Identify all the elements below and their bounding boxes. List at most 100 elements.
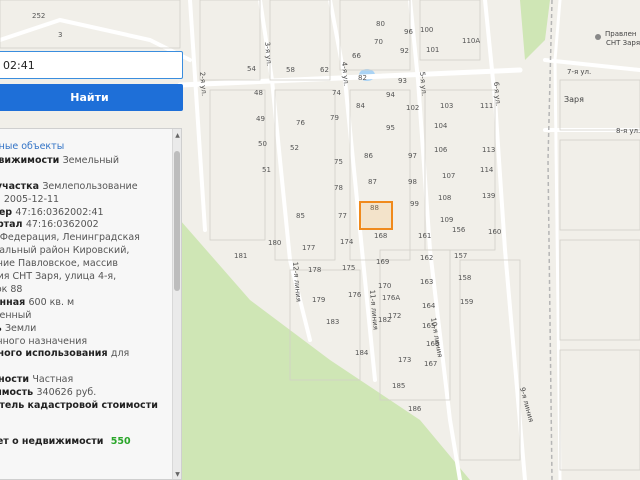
plot-label: 175: [342, 264, 355, 272]
plot-label: 107: [442, 172, 455, 180]
scroll-down-icon[interactable]: ▼: [174, 471, 181, 478]
plot-label: 184: [355, 349, 369, 357]
result-key: й квартал: [0, 219, 23, 231]
plot-label: 163: [420, 278, 433, 286]
plot-label: 74: [332, 89, 341, 97]
plot-label: 99: [410, 200, 419, 208]
plot-label: 186: [408, 405, 422, 413]
plot-label: 160: [488, 228, 501, 236]
find-button[interactable]: Найти: [0, 84, 183, 111]
plot-label: 156: [452, 226, 466, 234]
plot-label: 58: [286, 66, 295, 74]
result-row: рения 2005-12-11: [0, 194, 176, 207]
plot-label: 252: [32, 12, 45, 20]
result-row: оказатель кадастровой стоимости: [0, 400, 176, 413]
place-label: Заря: [564, 95, 584, 104]
result-row: точненная 600 кв. м: [0, 297, 176, 310]
plot-label: 94: [386, 91, 395, 99]
plot-label: 3: [58, 31, 62, 39]
result-key: ственности: [0, 374, 30, 386]
result-value: йственного назначения: [0, 335, 88, 347]
highlighted-plot[interactable]: [359, 201, 393, 230]
result-key: я стоимость: [0, 387, 34, 399]
plot-label: 96: [404, 28, 413, 36]
panel-scrollbar[interactable]: ▲ ▼: [172, 129, 181, 479]
plot-label: 48: [254, 89, 263, 97]
result-row: а недвижимости Земельный: [0, 155, 176, 168]
result-key: ного участка: [0, 180, 40, 192]
plot-label: 181: [234, 252, 247, 260]
plot-label: 82: [358, 74, 367, 82]
search-input[interactable]: [0, 51, 183, 79]
result-row: емель Земли: [0, 323, 176, 336]
plot-label: 86: [364, 152, 373, 160]
plot-label: 164: [422, 302, 436, 310]
plot-label: 173: [398, 356, 411, 364]
plot-label: 182: [378, 316, 391, 324]
place-label: СНТ Заря: [606, 39, 640, 47]
result-value: участок 88: [0, 283, 23, 295]
result-row: йская Федерация, Ленинградская: [0, 232, 176, 245]
plot-label: 162: [420, 254, 433, 262]
plot-label: 139: [482, 192, 495, 200]
plot-label: 108: [438, 194, 451, 202]
plot-label: 109: [440, 216, 453, 224]
plot-label: 159: [460, 298, 473, 306]
plot-label: 179: [312, 296, 325, 304]
plot-label: 180: [268, 239, 281, 247]
results-title[interactable]: айденные объекты: [0, 141, 176, 154]
result-row: а: [0, 361, 176, 374]
street-label-8: 8-я ул.: [616, 127, 640, 135]
plot-label: 87: [368, 178, 377, 186]
result-row: ритория СНТ Заря, улица 4-я,: [0, 271, 176, 284]
plot-label: 66: [352, 52, 361, 60]
result-value: 600 кв. м: [28, 296, 75, 308]
plot-label: 106: [434, 146, 448, 154]
result-value: Частная: [32, 374, 74, 386]
report-count: 550: [110, 435, 131, 447]
plot-label: 114: [480, 166, 494, 174]
result-key: оказатель кадастровой стоимости: [0, 400, 158, 412]
building-marker-icon: [595, 34, 601, 40]
result-key: а недвижимости: [0, 154, 60, 166]
result-value: 2005-12-11: [3, 193, 60, 205]
street-label-7: 7-я ул.: [567, 68, 591, 76]
plot-label: 161: [418, 232, 431, 240]
plot-label: 158: [458, 274, 471, 282]
plot-label: 92: [400, 47, 409, 55]
result-row: ешенного использования для: [0, 348, 176, 361]
plot-label: 51: [262, 166, 271, 174]
plot-label: 84: [356, 102, 365, 110]
plot-label: 80: [376, 20, 385, 28]
plot-label: 177: [302, 244, 315, 252]
plot-label: 77: [338, 212, 347, 220]
plot-label: 168: [374, 232, 387, 240]
result-row: й квартал 47:16:0362002: [0, 219, 176, 232]
result-value: йская Федерация, Ленинградская: [0, 232, 140, 244]
plot-label: 104: [434, 122, 448, 130]
plot-label: 49: [256, 115, 265, 123]
results-rows: а недвижимости Земельный ного участка Зем…: [0, 155, 176, 426]
plot-label: 78: [334, 184, 343, 192]
result-key: й номер: [0, 206, 13, 218]
result-value: оселение Павловское, массив: [0, 258, 118, 270]
plot-label: 103: [440, 102, 453, 110]
scroll-thumb[interactable]: [174, 151, 180, 291]
plot-label: 52: [290, 144, 299, 152]
result-value: для: [110, 348, 130, 360]
result-row: ее учтенный: [0, 310, 176, 323]
plot-label: 169: [376, 258, 389, 266]
plot-label: 170: [378, 282, 391, 290]
result-value: ниципальный район Кировский,: [0, 245, 130, 257]
result-row: я стоимость 340626 руб.: [0, 387, 176, 400]
result-row: ниципальный район Кировский,: [0, 245, 176, 258]
place-label: Правлен: [605, 30, 636, 38]
plot-label: 185: [392, 382, 405, 390]
scroll-up-icon[interactable]: ▲: [174, 132, 181, 139]
result-value: 47:16:0362002:41: [15, 206, 104, 218]
result-row: ного участка Землепользование: [0, 181, 176, 194]
report-link[interactable]: л отчет о недвижимости 550: [0, 436, 176, 449]
plot-label: 85: [296, 212, 305, 220]
result-value: 47:16:0362002: [25, 219, 99, 231]
plot-label: 93: [398, 77, 407, 85]
